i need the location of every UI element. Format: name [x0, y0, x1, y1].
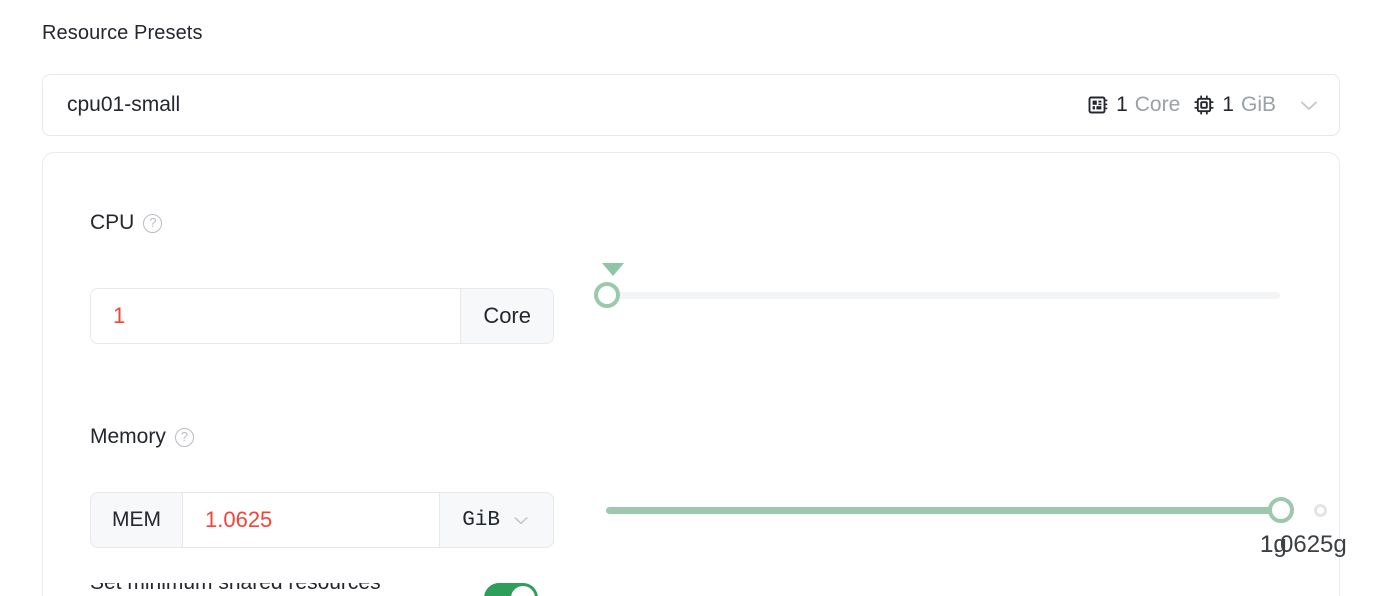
cpu-slider[interactable] [594, 263, 1298, 315]
cpu-label: CPU [90, 211, 135, 234]
resource-config-page: Resource Presets cpu01-small 1 Core 1 Gi… [0, 0, 1388, 596]
shared-resources-label: Set minimum shared resources [90, 583, 381, 595]
memory-unit-select[interactable]: GiB [439, 493, 553, 547]
cpu-input-group[interactable]: 1 Core [90, 288, 554, 344]
question-mark-icon[interactable]: ? [174, 427, 194, 447]
shared-resources-row: Set minimum shared resources [90, 583, 530, 596]
shared-resources-toggle[interactable] [484, 583, 538, 596]
resource-presets-label: Resource Presets [42, 22, 203, 44]
cpu-section-title: CPU ? [90, 211, 163, 235]
preset-cpu-unit: Core [1134, 93, 1181, 116]
memory-chip-icon [1193, 94, 1215, 116]
cpu-chip-icon [1087, 94, 1109, 116]
memory-slider[interactable] [598, 490, 1338, 530]
slider-max-tick-icon[interactable] [1314, 504, 1327, 517]
memory-input-group[interactable]: MEM 1.0625 GiB [90, 492, 554, 548]
memory-value-input[interactable]: 1.0625 [183, 493, 440, 547]
preset-mem-count: 1 [1222, 93, 1234, 116]
memory-section-title: Memory ? [90, 425, 194, 449]
preset-selected-value: cpu01-small [67, 93, 181, 116]
resource-preset-select[interactable]: cpu01-small 1 Core 1 GiB [42, 74, 1340, 136]
chevron-down-icon[interactable] [511, 510, 531, 530]
toggle-knob [511, 586, 535, 596]
memory-unit-label: GiB [462, 508, 500, 532]
triangle-down-marker-icon [602, 263, 624, 276]
memory-prefix-label: MEM [91, 493, 183, 547]
cpu-value-input[interactable]: 1 [91, 289, 461, 343]
memory-slider-current-label: 1.0625g [1260, 531, 1347, 558]
cpu-slider-track[interactable] [606, 292, 1280, 299]
chevron-down-icon[interactable] [1297, 93, 1321, 117]
question-mark-icon[interactable]: ? [143, 213, 163, 233]
cpu-slider-handle[interactable] [594, 282, 620, 308]
memory-label: Memory [90, 425, 166, 448]
memory-slider-handle[interactable] [1268, 497, 1294, 523]
preset-spec-summary: 1 Core 1 GiB [1087, 93, 1321, 117]
preset-mem-unit: GiB [1240, 93, 1276, 116]
memory-slider-fill [606, 507, 1284, 514]
cpu-unit-suffix: Core [460, 289, 553, 343]
preset-cpu-count: 1 [1116, 93, 1128, 116]
